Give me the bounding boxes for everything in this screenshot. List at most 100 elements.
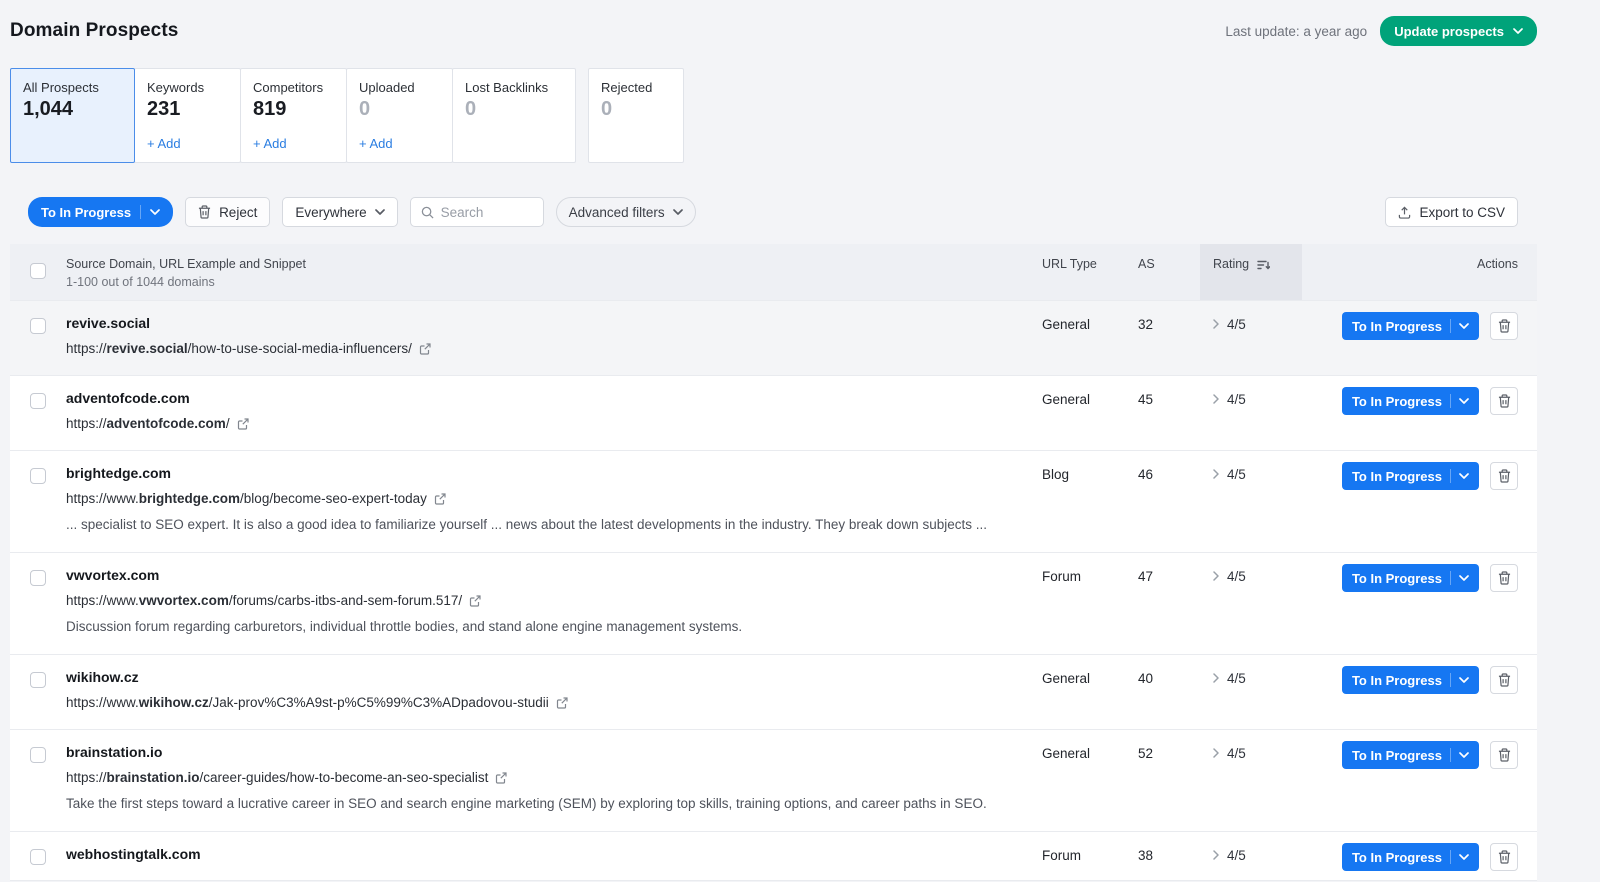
chevron-down-icon: [1459, 854, 1469, 860]
row-select-cell: [10, 301, 66, 375]
domain-name[interactable]: webhostingtalk.com: [66, 846, 1014, 862]
actions-header: Actions: [1302, 244, 1537, 300]
select-all-checkbox[interactable]: [30, 263, 46, 279]
rating-cell: 4/5: [1200, 730, 1302, 831]
sort-icon: [1257, 260, 1270, 270]
bulk-status-button[interactable]: To In Progress: [28, 197, 173, 227]
external-link-icon[interactable]: [469, 595, 481, 607]
row-checkbox[interactable]: [30, 849, 46, 865]
url-link[interactable]: https://www.brightedge.com/blog/become-s…: [66, 490, 427, 507]
reject-label: Reject: [219, 205, 257, 220]
external-link-icon[interactable]: [419, 343, 431, 355]
search-input[interactable]: [441, 205, 533, 220]
delete-button[interactable]: [1490, 666, 1518, 694]
scope-select[interactable]: Everywhere: [282, 197, 397, 227]
tab-all-prospects[interactable]: All Prospects1,044: [10, 68, 135, 163]
expand-chevron-icon[interactable]: [1213, 673, 1219, 683]
url-link[interactable]: https://brainstation.io/career-guides/ho…: [66, 769, 488, 786]
tab-count: 0: [601, 98, 671, 121]
rating-value: 4/5: [1227, 569, 1246, 584]
url-link[interactable]: https://adventofcode.com/: [66, 415, 230, 432]
domain-name[interactable]: wikihow.cz: [66, 669, 1014, 685]
add-link[interactable]: + Add: [147, 136, 228, 151]
url-type-header[interactable]: URL Type: [1042, 244, 1138, 300]
external-link-icon[interactable]: [495, 772, 507, 784]
tab-competitors[interactable]: Competitors819+ Add: [240, 68, 347, 163]
url-example: https://brainstation.io/career-guides/ho…: [66, 769, 1014, 786]
row-status-button[interactable]: To In Progress: [1342, 666, 1479, 694]
rating-header[interactable]: Rating: [1200, 244, 1302, 300]
chevron-down-icon: [1459, 323, 1469, 329]
delete-button[interactable]: [1490, 462, 1518, 490]
external-link-icon[interactable]: [434, 493, 446, 505]
chevron-down-icon: [1459, 575, 1469, 581]
domain-name[interactable]: vwvortex.com: [66, 567, 1014, 583]
delete-button[interactable]: [1490, 387, 1518, 415]
tab-label: All Prospects: [23, 80, 122, 95]
row-checkbox[interactable]: [30, 393, 46, 409]
update-prospects-button[interactable]: Update prospects: [1380, 16, 1537, 46]
row-status-button[interactable]: To In Progress: [1342, 387, 1479, 415]
domain-name[interactable]: brainstation.io: [66, 744, 1014, 760]
row-status-label: To In Progress: [1352, 850, 1442, 865]
row-status-button[interactable]: To In Progress: [1342, 843, 1479, 871]
delete-button[interactable]: [1490, 741, 1518, 769]
tab-lost-backlinks[interactable]: Lost Backlinks0: [452, 68, 576, 163]
authority-score-cell: 38: [1138, 832, 1200, 880]
search-box: [410, 197, 544, 227]
delete-button[interactable]: [1490, 843, 1518, 871]
external-link-icon[interactable]: [556, 697, 568, 709]
url-link[interactable]: https://www.wikihow.cz/Jak-prov%C3%A9st-…: [66, 694, 549, 711]
delete-button[interactable]: [1490, 564, 1518, 592]
source-header-cell: Source Domain, URL Example and Snippet 1…: [66, 244, 1042, 300]
button-divider: [1450, 748, 1451, 762]
row-checkbox[interactable]: [30, 747, 46, 763]
authority-score-cell: 45: [1138, 376, 1200, 450]
advanced-filters-button[interactable]: Advanced filters: [556, 197, 696, 227]
actions-cell: To In Progress: [1302, 832, 1537, 880]
row-checkbox[interactable]: [30, 318, 46, 334]
export-csv-label: Export to CSV: [1419, 205, 1505, 220]
add-link[interactable]: + Add: [359, 136, 440, 151]
add-link[interactable]: + Add: [253, 136, 334, 151]
expand-chevron-icon[interactable]: [1213, 850, 1219, 860]
row-status-button[interactable]: To In Progress: [1342, 564, 1479, 592]
tab-keywords[interactable]: Keywords231+ Add: [134, 68, 241, 163]
trash-icon: [198, 205, 211, 219]
trash-icon: [1498, 850, 1511, 864]
expand-chevron-icon[interactable]: [1213, 571, 1219, 581]
export-csv-button[interactable]: Export to CSV: [1385, 197, 1518, 227]
domain-name[interactable]: adventofcode.com: [66, 390, 1014, 406]
expand-chevron-icon[interactable]: [1213, 319, 1219, 329]
as-header[interactable]: AS: [1138, 244, 1200, 300]
domain-name[interactable]: brightedge.com: [66, 465, 1014, 481]
row-select-cell: [10, 730, 66, 831]
row-status-button[interactable]: To In Progress: [1342, 741, 1479, 769]
domain-name[interactable]: revive.social: [66, 315, 1014, 331]
chevron-down-icon: [150, 209, 160, 215]
url-link[interactable]: https://www.vwvortex.com/forums/carbs-it…: [66, 592, 462, 609]
rating-cell: 4/5: [1200, 376, 1302, 450]
rating-value: 4/5: [1227, 392, 1246, 407]
expand-chevron-icon[interactable]: [1213, 748, 1219, 758]
table-row: brightedge.com https://www.brightedge.com…: [10, 450, 1537, 552]
row-checkbox[interactable]: [30, 468, 46, 484]
reject-button[interactable]: Reject: [185, 197, 270, 227]
delete-button[interactable]: [1490, 312, 1518, 340]
row-status-label: To In Progress: [1352, 748, 1442, 763]
tab-rejected[interactable]: Rejected0: [588, 68, 684, 163]
expand-chevron-icon[interactable]: [1213, 469, 1219, 479]
external-link-icon[interactable]: [237, 418, 249, 430]
url-link[interactable]: https://revive.social/how-to-use-social-…: [66, 340, 412, 357]
row-checkbox[interactable]: [30, 672, 46, 688]
button-divider: [1450, 673, 1451, 687]
row-status-button[interactable]: To In Progress: [1342, 312, 1479, 340]
button-divider: [1450, 850, 1451, 864]
table-row: brainstation.io https://brainstation.io/c…: [10, 729, 1537, 831]
tab-uploaded[interactable]: Uploaded0+ Add: [346, 68, 453, 163]
row-status-button[interactable]: To In Progress: [1342, 462, 1479, 490]
authority-score-cell: 32: [1138, 301, 1200, 375]
expand-chevron-icon[interactable]: [1213, 394, 1219, 404]
row-checkbox[interactable]: [30, 570, 46, 586]
rating-cell: 4/5: [1200, 832, 1302, 880]
